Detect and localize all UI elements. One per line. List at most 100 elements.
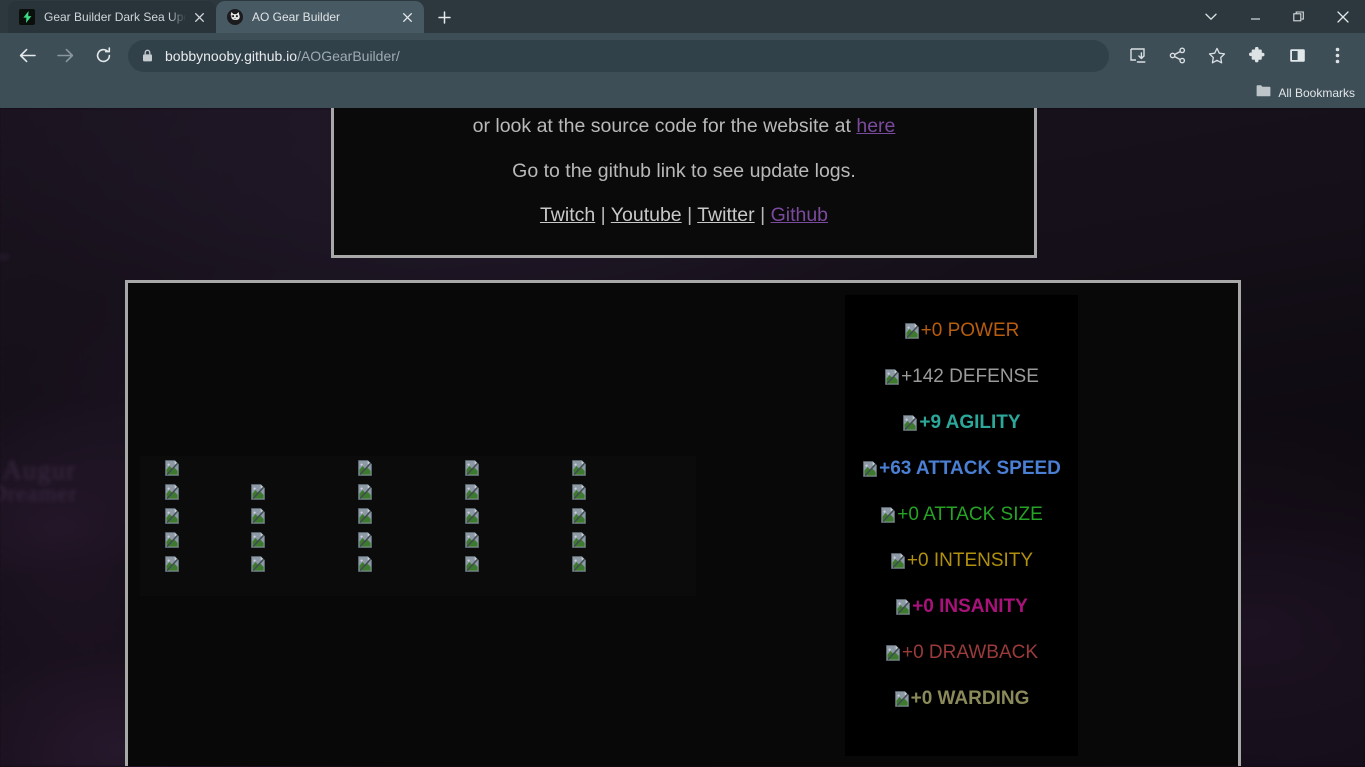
github-link[interactable]: Github	[771, 204, 828, 226]
close-icon[interactable]	[398, 8, 416, 26]
stat-row-warding: +0 WARDING	[894, 688, 1030, 709]
twitch-link[interactable]: Twitch	[540, 204, 595, 226]
broken-image-icon	[891, 552, 905, 569]
stat-row-attack-size: +0 ATTACK SIZE	[880, 505, 1043, 524]
broken-image-icon	[571, 532, 586, 548]
broken-image-icon	[250, 532, 265, 548]
install-icon[interactable]	[1122, 41, 1152, 71]
tab-strip: Gear Builder Dark Sea Update Ho AO Gear …	[0, 0, 1365, 33]
stat-row-drawback: +0 DRAWBACK	[885, 643, 1038, 662]
url-domain: bobbynooby.github.io	[165, 47, 298, 64]
broken-image-icon	[896, 598, 911, 615]
separator: |	[595, 204, 611, 226]
stat-text: +63 ATTACK SPEED	[879, 458, 1061, 479]
all-bookmarks-button[interactable]: All Bookmarks	[1256, 84, 1355, 102]
stat-text: +142 DEFENSE	[901, 366, 1039, 387]
close-icon[interactable]	[190, 8, 208, 26]
stat-row-agility: +9 AGILITY	[902, 412, 1021, 433]
youtube-link[interactable]: Youtube	[611, 204, 682, 226]
twitter-link[interactable]: Twitter	[697, 204, 754, 226]
broken-image-icon	[357, 508, 372, 524]
stat-text: +9 AGILITY	[919, 412, 1021, 433]
close-window-icon[interactable]	[1321, 0, 1365, 33]
gear-slot[interactable]	[140, 552, 204, 576]
gear-slot[interactable]	[140, 528, 204, 552]
tab-title: Gear Builder Dark Sea Update Ho	[44, 10, 186, 24]
gear-slot[interactable]	[311, 504, 418, 528]
gear-slot[interactable]	[140, 480, 204, 504]
gear-slot[interactable]	[418, 480, 525, 504]
address-bar[interactable]: bobbynooby.github.io/AOGearBuilder/	[128, 39, 1109, 72]
broken-image-icon	[250, 484, 265, 500]
gear-slot[interactable]	[204, 552, 311, 576]
broken-image-icon	[464, 508, 479, 524]
stat-text: +0 INTENSITY	[906, 550, 1034, 571]
gear-slot[interactable]	[525, 504, 632, 528]
gear-slot[interactable]	[418, 456, 525, 480]
broken-image-icon	[571, 460, 586, 476]
gear-builder-panel: +0 POWER +142 DEFENSE +9 AGILITY +63 ATTACK…	[125, 280, 1241, 766]
gear-slot[interactable]	[525, 528, 632, 552]
gear-slot[interactable]	[311, 480, 418, 504]
broken-image-icon	[357, 484, 372, 500]
gear-slot[interactable]	[525, 480, 632, 504]
lock-icon	[142, 49, 153, 62]
share-icon[interactable]	[1162, 41, 1192, 71]
broken-image-icon	[903, 414, 918, 431]
gear-slot[interactable]	[140, 504, 204, 528]
maximize-restore-icon[interactable]	[1277, 0, 1321, 33]
browser-toolbar: bobbynooby.github.io/AOGearBuilder/	[0, 33, 1365, 78]
broken-image-icon	[464, 532, 479, 548]
source-code-text: or look at the source code for the websi…	[472, 115, 857, 137]
gear-slot[interactable]	[418, 504, 525, 528]
extensions-puzzle-icon[interactable]	[1242, 41, 1272, 71]
url-text: bobbynooby.github.io/AOGearBuilder/	[165, 48, 400, 64]
broken-image-icon	[881, 506, 896, 523]
gear-slot[interactable]	[204, 480, 311, 504]
gear-slot[interactable]	[204, 528, 311, 552]
broken-image-icon	[357, 532, 372, 548]
broken-image-icon	[571, 556, 586, 572]
broken-image-icon	[357, 556, 372, 572]
gear-slot[interactable]	[311, 456, 418, 480]
broken-image-icon	[464, 460, 479, 476]
gear-slot[interactable]	[311, 528, 418, 552]
gear-slot[interactable]	[525, 456, 632, 480]
gear-slot[interactable]	[204, 456, 311, 480]
stats-panel: +0 POWER +142 DEFENSE +9 AGILITY +63 ATTACK…	[845, 295, 1078, 756]
three-dot-menu-icon[interactable]	[1322, 41, 1352, 71]
cat-face-icon	[227, 9, 243, 25]
stat-text: +0 POWER	[920, 320, 1020, 341]
stat-text: +0 WARDING	[910, 688, 1030, 709]
gear-slot[interactable]	[204, 504, 311, 528]
gear-slot[interactable]	[311, 552, 418, 576]
side-panel-icon[interactable]	[1282, 41, 1312, 71]
tab-gear-builder-dark-sea[interactable]: Gear Builder Dark Sea Update Ho	[8, 1, 216, 33]
here-link[interactable]: here	[856, 115, 895, 137]
broken-image-icon	[885, 368, 899, 385]
bookmark-star-icon[interactable]	[1202, 41, 1232, 71]
source-code-line: or look at the source code for the websi…	[334, 115, 1034, 137]
gear-slot[interactable]	[140, 456, 204, 480]
tab-search-chevron-icon[interactable]	[1189, 0, 1233, 33]
stat-row-insanity: +0 INSANITY	[895, 597, 1028, 616]
new-tab-button[interactable]	[430, 3, 458, 31]
broken-image-icon	[464, 556, 479, 572]
background-text-decor: al Stone	[0, 248, 11, 263]
gear-slot[interactable]	[418, 552, 525, 576]
broken-image-icon	[165, 484, 179, 500]
separator: |	[681, 204, 698, 226]
gear-grid-row	[140, 456, 696, 480]
stat-row-power: +0 POWER	[904, 320, 1020, 341]
minimize-icon[interactable]	[1233, 0, 1277, 33]
gear-grid-row	[140, 528, 696, 552]
url-path: /AOGearBuilder/	[297, 47, 400, 64]
gear-slot[interactable]	[525, 552, 632, 576]
broken-image-icon	[357, 460, 372, 476]
gear-slot[interactable]	[418, 528, 525, 552]
stat-text: +0 DRAWBACK	[901, 642, 1039, 663]
back-arrow-icon[interactable]	[11, 40, 43, 72]
tab-ao-gear-builder[interactable]: AO Gear Builder	[216, 1, 424, 33]
reload-icon[interactable]	[87, 40, 119, 72]
stat-row-intensity: +0 INTENSITY	[890, 551, 1033, 570]
